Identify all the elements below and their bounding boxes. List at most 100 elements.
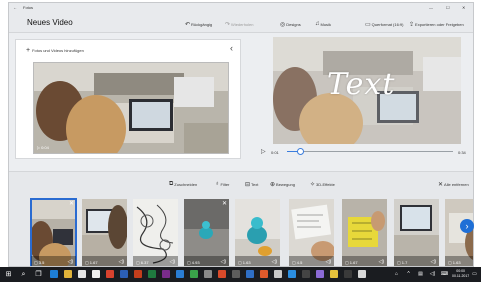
total-time: 0:34: [458, 150, 466, 155]
export-button[interactable]: ⇪ Exportieren oder Freigeben: [409, 20, 464, 28]
volume-icon[interactable]: ◁): [378, 259, 384, 265]
command-bar: Neues Video ↶ Rückgängig ↷ Wiederholen ◎…: [9, 13, 473, 33]
volume-icon[interactable]: ◁): [118, 259, 124, 265]
aspect-icon: ▭: [365, 21, 371, 28]
export-icon: ⇪: [409, 21, 415, 28]
volume-icon[interactable]: ◁): [220, 259, 226, 265]
video-preview[interactable]: Text: [273, 37, 461, 144]
volume-icon[interactable]: ◁): [325, 259, 331, 265]
redo-icon: ↷: [225, 21, 231, 28]
volume-icon[interactable]: ◁): [430, 259, 436, 265]
notification-icon[interactable]: ▭: [470, 270, 479, 279]
library-thumbnail[interactable]: ▷ 0:04: [33, 62, 229, 154]
app-icon-orange[interactable]: [218, 270, 226, 278]
clip-duration: 4.93: [191, 260, 200, 265]
tray-chevron-icon[interactable]: ^: [404, 270, 413, 279]
palette-icon: ◎: [280, 21, 286, 28]
storyboard-clip[interactable]: ✕ ▢ 4.93 ◁): [184, 199, 229, 266]
add-media-button[interactable]: + Fotos und Videos hinzufügen: [26, 47, 84, 54]
3d-effects-button[interactable]: ✧ 3D-Effekte: [310, 180, 335, 188]
motion-icon: ⊕: [270, 181, 276, 188]
redo-button[interactable]: ↷ Wiederholen: [225, 20, 254, 28]
thumbnail-duration: ▷ 0:04: [37, 145, 49, 150]
photo-icon: ▢: [448, 260, 452, 265]
photo-icon: ▢: [292, 260, 296, 265]
outlook-icon[interactable]: [176, 270, 184, 278]
app-icon-blue[interactable]: [246, 270, 254, 278]
storyboard-clip[interactable]: ▢ 1.67 ◁): [82, 199, 127, 266]
storyboard-next-arrow-icon[interactable]: ›: [460, 219, 474, 233]
clip-duration: 6.37: [140, 260, 149, 265]
clip-remove-icon[interactable]: ✕: [69, 200, 74, 207]
storyboard-clip[interactable]: ▢ 1.63 ◁): [235, 199, 280, 266]
keyboard-icon[interactable]: ⌨: [440, 270, 449, 279]
collapse-chevron-icon[interactable]: ‹: [230, 43, 233, 53]
music-button[interactable]: ♫ Musik: [315, 20, 331, 28]
clip-remove-icon[interactable]: ✕: [222, 200, 227, 207]
photo-icon: ▢: [187, 260, 191, 265]
clock-date: 00.11.2017: [452, 274, 470, 278]
photo-icon: ▢: [345, 260, 349, 265]
photos-app-icon[interactable]: [288, 270, 296, 278]
app-icon-firefox[interactable]: [260, 270, 268, 278]
excel-icon[interactable]: [148, 270, 156, 278]
project-library: + Fotos und Videos hinzufügen ‹ ▷ 0:04: [15, 39, 241, 159]
filters-button[interactable]: ♁ Filter: [215, 180, 229, 188]
photo-icon: ▢: [238, 260, 242, 265]
app-icon-gray[interactable]: [232, 270, 240, 278]
minimize-button[interactable]: —: [429, 5, 433, 10]
powerpoint-icon[interactable]: [134, 270, 142, 278]
volume-icon[interactable]: ◁): [271, 259, 277, 265]
seek-track[interactable]: [287, 151, 453, 152]
network-icon[interactable]: ▤: [416, 270, 425, 279]
onenote-icon[interactable]: [162, 270, 170, 278]
text-button[interactable]: ⊟ Text: [245, 180, 258, 188]
undo-button[interactable]: ↶ Rückgängig: [185, 20, 212, 28]
storyboard-clip[interactable]: ▢ 1.63: [445, 199, 473, 266]
close-window-button[interactable]: ✕: [462, 5, 465, 10]
motion-button[interactable]: ⊕ Bewegung: [270, 180, 295, 188]
paint-icon[interactable]: [92, 270, 100, 278]
volume-tray-icon[interactable]: ◁): [428, 270, 437, 279]
back-arrow-icon[interactable]: ←: [13, 5, 17, 10]
plus-icon: +: [26, 47, 31, 54]
photo-icon: ▢: [85, 260, 89, 265]
task-view-icon[interactable]: ❐: [34, 270, 43, 279]
app-icon-light[interactable]: [358, 270, 366, 278]
windows-start-icon[interactable]: ⊞: [4, 270, 13, 279]
app-icon-green[interactable]: [190, 270, 198, 278]
store-icon[interactable]: [78, 270, 86, 278]
trim-button[interactable]: ⧉ Zuschneiden: [169, 180, 197, 188]
word-icon[interactable]: [120, 270, 128, 278]
search-icon[interactable]: ⌕: [19, 270, 28, 279]
remove-all-button[interactable]: ✕ Alle entfernen: [438, 180, 469, 188]
storyboard-clip[interactable]: ✕ ▢ 3.5 ◁): [30, 198, 77, 266]
video-icon: ▷: [37, 145, 41, 150]
project-title[interactable]: Neues Video: [27, 18, 73, 27]
effects-icon: ✧: [310, 181, 316, 188]
app-icon-red[interactable]: [106, 270, 114, 278]
storyboard-clip[interactable]: ▢ 4.5 ◁): [289, 199, 334, 266]
settings-icon[interactable]: [204, 270, 212, 278]
storyboard-clip[interactable]: ▢ 6.37 ◁): [133, 199, 178, 266]
maximize-button[interactable]: ☐: [446, 5, 450, 10]
edge-icon[interactable]: [50, 270, 58, 278]
app-icon-white[interactable]: [274, 270, 282, 278]
file-explorer-icon[interactable]: [64, 270, 72, 278]
volume-icon[interactable]: ◁): [67, 259, 73, 265]
seek-handle[interactable]: [296, 148, 304, 155]
aspect-ratio-button[interactable]: ▭ Querformat (16:9): [365, 20, 403, 28]
design-button[interactable]: ◎ Designs: [280, 20, 301, 28]
classroom-photo: [34, 63, 228, 153]
app-icon-purple[interactable]: [316, 270, 324, 278]
play-icon[interactable]: ▷: [261, 148, 266, 155]
system-clock[interactable]: 00:00 00.11.2017: [452, 269, 469, 279]
app-icon-yellow[interactable]: [330, 270, 338, 278]
app-icon-dark[interactable]: [302, 270, 310, 278]
volume-icon[interactable]: ◁): [169, 259, 175, 265]
clip-duration: 1.63: [242, 260, 251, 265]
app-icon-black[interactable]: [344, 270, 352, 278]
storyboard-clip[interactable]: ▢ 1.7 ◁): [394, 199, 439, 266]
people-icon[interactable]: ⌂: [392, 270, 401, 279]
storyboard-clip[interactable]: ▢ 1.67 ◁): [342, 199, 387, 266]
